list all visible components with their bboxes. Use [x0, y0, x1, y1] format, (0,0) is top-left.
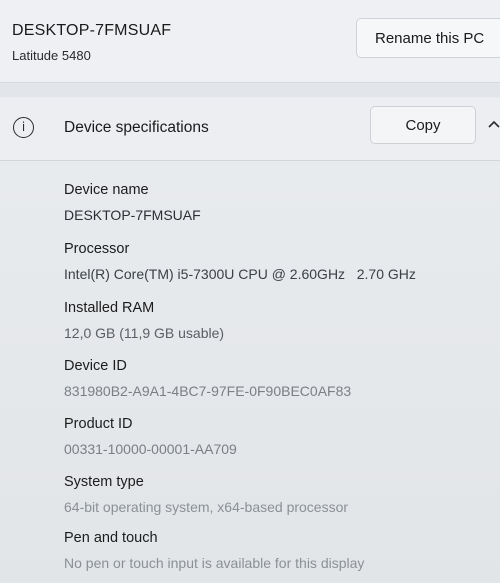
copy-button[interactable]: Copy [370, 106, 476, 144]
spec-label: System type [64, 474, 144, 490]
settings-about-page: DESKTOP-7FMSUAF Latitude 5480 Rename thi… [0, 0, 500, 583]
spec-label: Installed RAM [64, 300, 155, 316]
chevron-up-icon[interactable] [488, 119, 500, 131]
spec-device-name: Device name DESKTOP-7FMSUAF [64, 182, 494, 223]
spec-list: Device name DESKTOP-7FMSUAF Processor In… [0, 161, 500, 583]
spec-value: 831980B2-A9A1-4BC7-97FE-0F90BEC0AF83 [64, 383, 352, 399]
spec-label: Pen and touch [64, 530, 158, 546]
pc-model: Latitude 5480 [12, 48, 91, 63]
spec-value: 00331-10000-00001-AA709 [64, 441, 237, 457]
spec-product-id: Product ID 00331-10000-00001-AA709 [64, 416, 494, 457]
spec-value: 12,0 GB (11,9 GB usable) [64, 325, 225, 341]
spec-device-id: Device ID 831980B2-A9A1-4BC7-97FE-0F90BE… [64, 358, 494, 399]
spec-label: Processor [64, 241, 130, 257]
spec-label: Product ID [64, 416, 133, 432]
spec-value: No pen or touch input is available for t… [64, 555, 365, 571]
spec-processor: Processor Intel(R) Core(TM) i5-7300U CPU… [64, 241, 494, 282]
spec-value: Intel(R) Core(TM) i5-7300U CPU @ 2.60GHz… [64, 266, 416, 282]
spec-label: Device name [64, 182, 149, 198]
pc-name: DESKTOP-7FMSUAF [12, 22, 172, 39]
section-title: Device specifications [64, 119, 209, 136]
info-icon: i [13, 117, 34, 138]
spec-value: 64-bit operating system, x64-based proce… [64, 499, 349, 515]
spec-label: Device ID [64, 358, 127, 374]
rename-pc-button[interactable]: Rename this PC [356, 18, 500, 58]
pc-info-card: DESKTOP-7FMSUAF Latitude 5480 Rename thi… [0, 0, 500, 83]
spec-system-type: System type 64-bit operating system, x64… [64, 474, 494, 515]
spec-installed-ram: Installed RAM 12,0 GB (11,9 GB usable) [64, 300, 494, 341]
device-specifications-header[interactable]: i Device specifications Copy [0, 98, 500, 161]
spec-value: DESKTOP-7FMSUAF [64, 207, 201, 223]
spec-pen-and-touch: Pen and touch No pen or touch input is a… [64, 530, 494, 571]
section-divider [0, 83, 500, 97]
